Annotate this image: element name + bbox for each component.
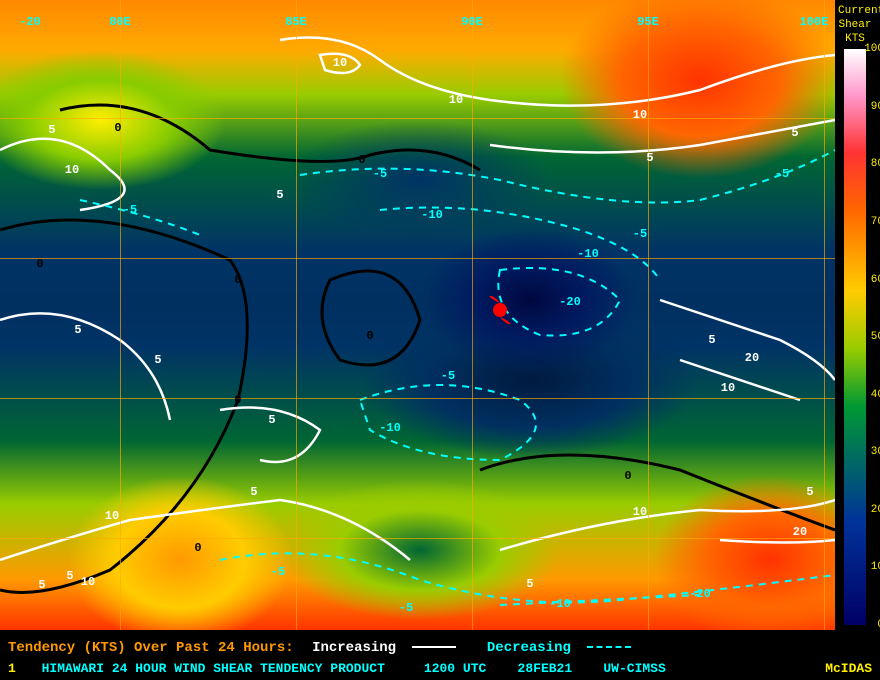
solid-line-sample [412,646,456,648]
product-title: HIMAWARI 24 HOUR WIND SHEAR TENDENCY PRO… [42,661,385,676]
frame-number: 1 [8,661,16,676]
product-frame: 101010555105555201055101055205105-5-5-5-… [0,0,880,680]
product-time: 1200 UTC [424,661,486,676]
legend-label: Tendency (KTS) Over Past 24 Hours: [8,640,294,656]
dashed-line-sample [587,646,631,648]
lat-gridline [0,258,835,259]
lat-gridline [0,118,835,119]
colorbar-tick: 60 [871,274,880,286]
lon-gridline [824,0,825,630]
footer: Tendency (KTS) Over Past 24 Hours: Incre… [0,634,880,680]
map-area: 101010555105555201055101055205105-5-5-5-… [0,0,835,630]
cyclone-icon [486,296,514,324]
colorbar-tick: 30 [871,446,880,458]
colorbar: Current Shear KTS 1009080706050403020100 [838,5,872,625]
legend-line: Tendency (KTS) Over Past 24 Hours: Incre… [8,640,631,656]
shear-heatmap [0,0,835,630]
colorbar-tick: 10 [871,561,880,573]
axis-label: 100E [800,15,829,29]
colorbar-tick: 70 [871,216,880,228]
legend-increasing: Increasing [312,640,396,656]
lon-gridline [296,0,297,630]
colorbar-tick: 100 [864,43,880,55]
colorbar-tick: 50 [871,331,880,343]
axis-label: -20 [19,15,41,29]
colorbar-tick: 90 [871,101,880,113]
colorbar-tick: 80 [871,158,880,170]
product-line: 1 HIMAWARI 24 HOUR WIND SHEAR TENDENCY P… [8,661,872,676]
axis-label: 80E [109,15,131,29]
product-date: 28FEB21 [518,661,573,676]
colorbar-tick: 20 [871,504,880,516]
lat-gridline [0,538,835,539]
colorbar-tick: 40 [871,389,880,401]
lon-gridline [472,0,473,630]
axis-label: 95E [637,15,659,29]
product-source: UW-CIMSS [603,661,665,676]
lon-gridline [120,0,121,630]
legend-decreasing: Decreasing [487,640,571,656]
product-software: McIDAS [825,661,872,676]
axis-label: 85E [285,15,307,29]
lon-gridline [648,0,649,630]
lat-gridline [0,398,835,399]
colorbar-gradient: 1009080706050403020100 [844,49,866,625]
axis-label: 90E [461,15,483,29]
colorbar-title-1: Current [838,5,872,17]
colorbar-title-2: Shear [838,19,872,31]
